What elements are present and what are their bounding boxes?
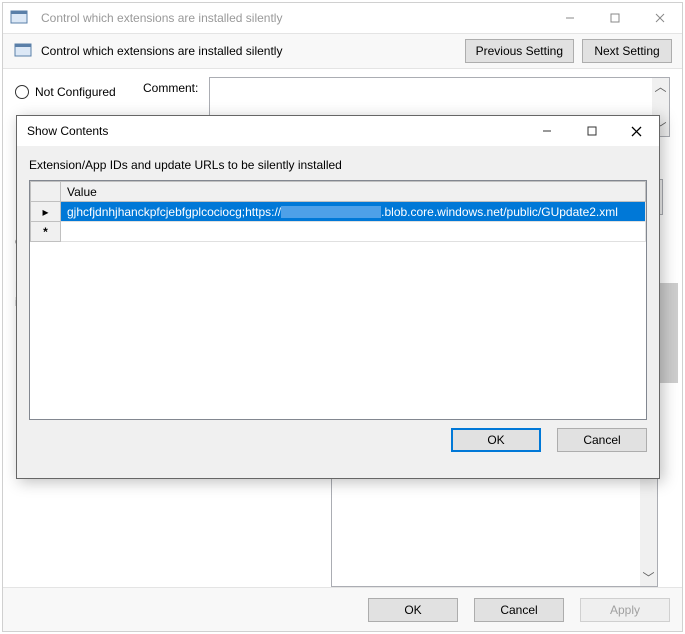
scrollbar-thumb-fragment <box>660 283 678 383</box>
scroll-down-icon[interactable]: ﹀ <box>640 569 657 586</box>
table-row[interactable]: * <box>31 222 646 242</box>
cancel-button[interactable]: Cancel <box>474 598 564 622</box>
value-cell[interactable]: gjhcfjdnhjhanckpfcjebfgplcociocg;https:/… <box>61 202 646 222</box>
modal-titlebar: Show Contents <box>17 116 659 146</box>
minimize-button[interactable] <box>547 3 592 33</box>
redacted-segment <box>281 206 381 218</box>
policy-icon <box>13 41 33 61</box>
ok-button[interactable]: OK <box>451 428 541 452</box>
close-button[interactable] <box>614 116 659 146</box>
comment-label: Comment: <box>143 81 198 95</box>
modal-title: Show Contents <box>27 124 524 138</box>
value-cell[interactable] <box>61 222 646 242</box>
ok-button[interactable]: OK <box>368 598 458 622</box>
modal-footer: OK Cancel <box>17 428 659 452</box>
radio-label: Not Configured <box>35 85 116 99</box>
toolbar-title: Control which extensions are installed s… <box>41 44 457 58</box>
row-marker: * <box>31 222 61 242</box>
row-marker: ▸ <box>31 202 61 222</box>
close-button[interactable] <box>637 3 682 33</box>
show-contents-dialog: Show Contents Extension/App IDs and upda… <box>16 115 660 479</box>
value-col-header[interactable]: Value <box>61 182 646 202</box>
radio-icon <box>15 85 29 99</box>
parent-toolbar: Control which extensions are installed s… <box>3 33 682 69</box>
scroll-up-icon[interactable]: ︿ <box>652 78 669 95</box>
parent-titlebar: Control which extensions are installed s… <box>3 3 682 33</box>
grid-label: Extension/App IDs and update URLs to be … <box>29 158 647 172</box>
maximize-button[interactable] <box>569 116 614 146</box>
policy-icon <box>9 8 29 28</box>
rowheader-col <box>31 182 61 202</box>
parent-window-title: Control which extensions are installed s… <box>37 11 547 25</box>
minimize-button[interactable] <box>524 116 569 146</box>
apply-button: Apply <box>580 598 670 622</box>
table-row[interactable]: ▸gjhcfjdnhjhanckpfcjebfgplcociocg;https:… <box>31 202 646 222</box>
previous-setting-button[interactable]: Previous Setting <box>465 39 574 63</box>
parent-footer: OK Cancel Apply <box>3 587 682 631</box>
next-setting-button[interactable]: Next Setting <box>582 39 672 63</box>
maximize-button[interactable] <box>592 3 637 33</box>
cancel-button[interactable]: Cancel <box>557 428 647 452</box>
modal-body: Extension/App IDs and update URLs to be … <box>17 146 659 428</box>
value-grid[interactable]: Value ▸gjhcfjdnhjhanckpfcjebfgplcociocg;… <box>29 180 647 420</box>
